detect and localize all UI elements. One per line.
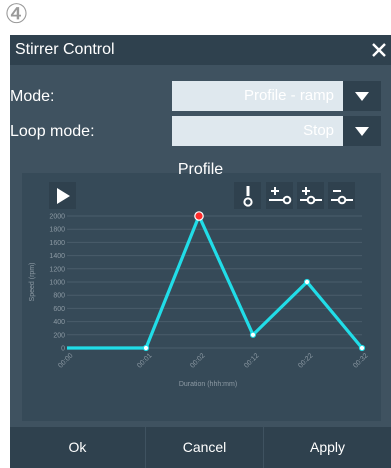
y-tick-label: 1000 — [49, 280, 65, 287]
data-point[interactable] — [358, 344, 366, 352]
x-axis-title: Duration (hhh:mm) — [179, 381, 237, 388]
x-tick-label: 00:32 — [352, 352, 369, 369]
y-tick-label: 200 — [53, 332, 65, 339]
selected-data-point[interactable] — [194, 211, 204, 221]
x-tick-label: 00:22 — [297, 352, 314, 369]
apply-button[interactable]: Apply — [264, 427, 391, 468]
x-tick-label: 00:02 — [189, 352, 206, 369]
y-tick-label: 1400 — [49, 253, 65, 260]
y-tick-label: 2000 — [49, 214, 65, 221]
y-tick-label: 1600 — [49, 240, 65, 247]
data-point[interactable] — [249, 331, 257, 338]
cancel-button[interactable]: Cancel — [146, 427, 263, 468]
x-tick-label: 00:12 — [243, 352, 260, 369]
y-tick-label: 600 — [53, 306, 65, 313]
x-tick-label: 00:01 — [136, 352, 153, 369]
data-point[interactable] — [142, 344, 150, 352]
data-point[interactable] — [303, 278, 311, 286]
stirrer-control-dialog: Stirrer Control Mode: Profile - ramp Loo… — [10, 35, 391, 468]
step-number-badge: ④ — [4, 0, 29, 29]
y-tick-label: 1200 — [49, 266, 65, 273]
x-tick-label: 00:00 — [57, 352, 74, 369]
ok-button[interactable]: Ok — [10, 427, 145, 468]
speed-profile-chart[interactable]: 0 200 400 600 800 1000 1200 1400 1600 1800 2000 00:… — [10, 35, 391, 427]
dialog-footer: Ok Cancel Apply — [10, 427, 391, 468]
y-tick-label: 0 — [61, 346, 65, 353]
y-axis-title: Speed (rpm) — [29, 263, 36, 302]
y-tick-label: 1800 — [49, 227, 65, 234]
y-tick-label: 400 — [53, 319, 65, 326]
y-tick-label: 800 — [53, 293, 65, 300]
